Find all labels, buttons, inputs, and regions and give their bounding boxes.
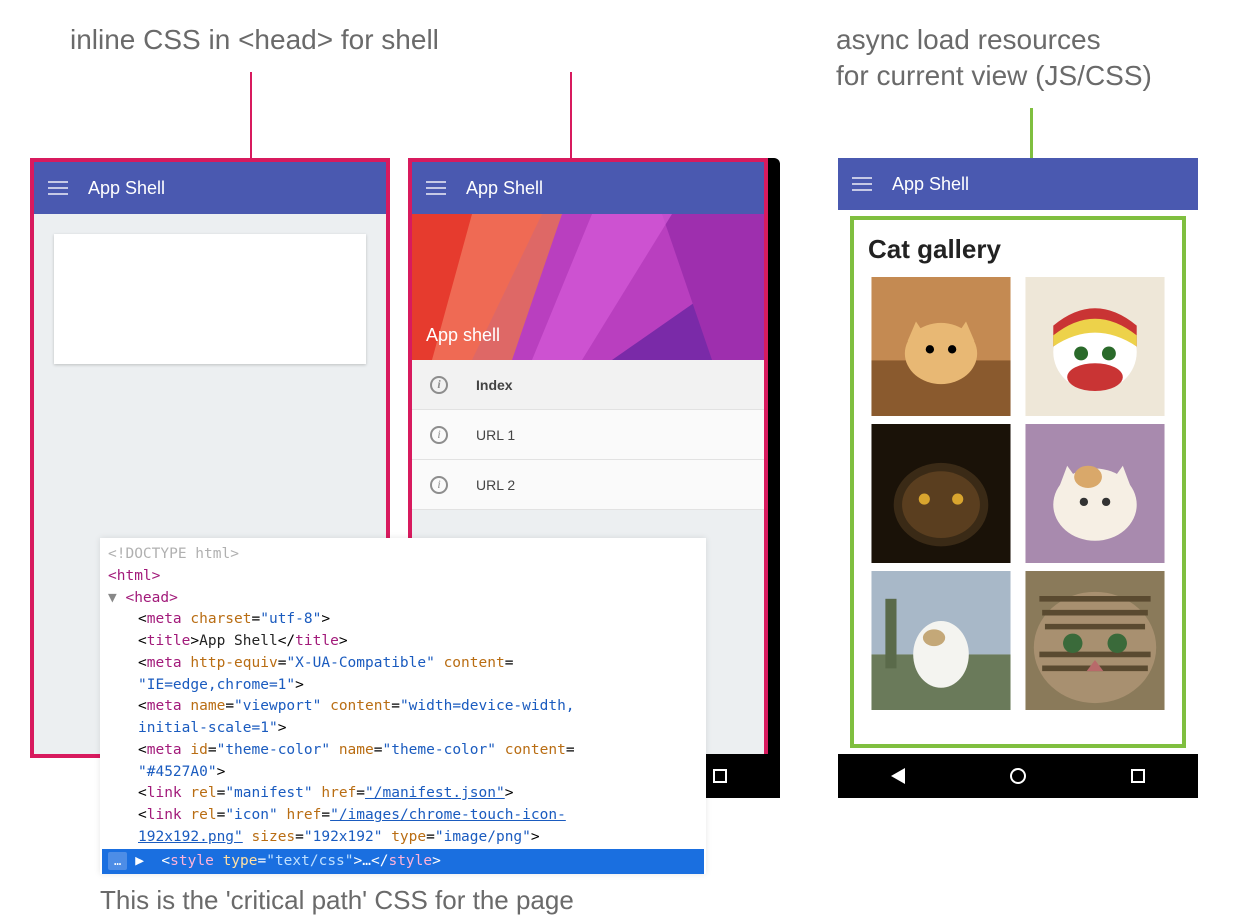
- devtools-code-snippet: <!DOCTYPE html> <html> ▼ <head> <meta ch…: [100, 538, 706, 874]
- menu-icon[interactable]: [48, 181, 68, 195]
- gallery-image[interactable]: [1022, 277, 1168, 416]
- label-inline-css: inline CSS in <head> for shell: [70, 22, 439, 58]
- code-line: <title>App Shell</title>: [108, 631, 698, 653]
- annotation-line: [250, 72, 252, 160]
- empty-card: [54, 234, 366, 364]
- code-line: <html>: [108, 566, 698, 588]
- code-line: <meta name="viewport" content="width=dev…: [108, 696, 698, 740]
- list-item-label: URL 2: [476, 477, 515, 493]
- annotation-line: [570, 72, 572, 160]
- expand-icon[interactable]: ▶: [135, 851, 144, 873]
- gallery-title: Cat gallery: [868, 234, 1168, 265]
- code-line: <link rel="manifest" href="/manifest.jso…: [108, 783, 698, 805]
- code-line: <meta charset="utf-8">: [108, 609, 698, 631]
- label-async-line2: for current view (JS/CSS): [836, 58, 1152, 94]
- code-line: <link rel="icon" href="/images/chrome-to…: [108, 805, 698, 849]
- ellipsis-icon: …: [108, 852, 127, 870]
- nav-back-icon[interactable]: [891, 768, 905, 784]
- phone-body: App Shell Cat gallery: [838, 158, 1198, 754]
- code-highlighted-line[interactable]: … ▶ <style type="text/css">…</style>: [102, 849, 704, 875]
- code-line: ▼ <head>: [108, 588, 698, 610]
- gallery-image[interactable]: [1022, 424, 1168, 563]
- menu-icon[interactable]: [852, 177, 872, 191]
- info-icon: i: [430, 376, 448, 394]
- nav-home-icon[interactable]: [1010, 768, 1026, 784]
- list-item-label: URL 1: [476, 427, 515, 443]
- app-bar: App Shell: [34, 162, 386, 214]
- app-bar-title: App Shell: [88, 178, 165, 199]
- app-bar: App Shell: [412, 162, 764, 214]
- gallery-image[interactable]: [1022, 571, 1168, 710]
- list-item[interactable]: i URL 1: [412, 410, 764, 460]
- info-icon: i: [430, 476, 448, 494]
- app-bar-title: App Shell: [892, 174, 969, 195]
- code-line: <meta id="theme-color" name="theme-color…: [108, 740, 698, 784]
- gallery-image[interactable]: [868, 277, 1014, 416]
- nav-recent-icon[interactable]: [1131, 769, 1145, 783]
- nav-recent-icon[interactable]: [713, 769, 727, 783]
- list-item-label: Index: [476, 377, 513, 393]
- android-nav-bar: [838, 754, 1198, 798]
- gallery-image[interactable]: [868, 571, 1014, 710]
- app-bar-title: App Shell: [466, 178, 543, 199]
- async-content-highlight: Cat gallery: [850, 216, 1186, 748]
- hero-title: App shell: [426, 325, 500, 346]
- app-bar: App Shell: [838, 158, 1198, 210]
- hero-banner: App shell: [412, 214, 764, 360]
- list-item[interactable]: i URL 2: [412, 460, 764, 510]
- label-critical-path: This is the 'critical path' CSS for the …: [100, 884, 574, 918]
- list-item[interactable]: i Index: [412, 360, 764, 410]
- label-async-load: async load resources for current view (J…: [836, 22, 1152, 95]
- code-line: <meta http-equiv="X-UA-Compatible" conte…: [108, 653, 698, 697]
- menu-icon[interactable]: [426, 181, 446, 195]
- gallery-image[interactable]: [868, 424, 1014, 563]
- phone-loaded-view: App Shell Cat gallery: [838, 158, 1198, 798]
- label-async-line1: async load resources: [836, 22, 1152, 58]
- code-line: <!DOCTYPE html>: [108, 544, 698, 566]
- info-icon: i: [430, 426, 448, 444]
- gallery-grid: [868, 277, 1168, 710]
